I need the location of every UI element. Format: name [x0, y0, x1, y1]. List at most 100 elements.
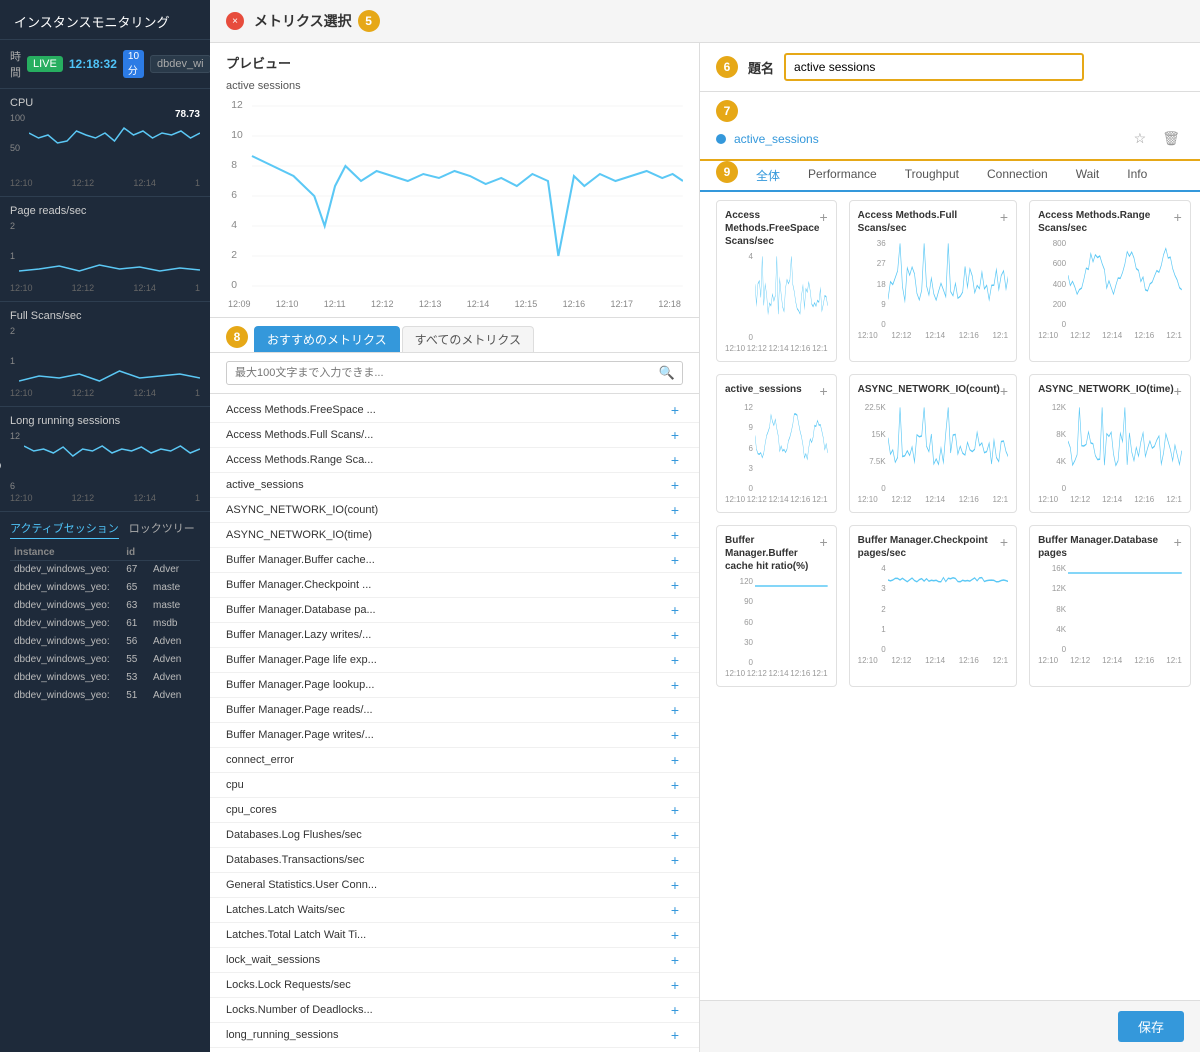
tab-wait[interactable]: Wait [1062, 161, 1114, 192]
metric-list-item[interactable]: Databases.Log Flushes/sec + [210, 823, 699, 848]
save-button[interactable]: 保存 [1118, 1011, 1184, 1042]
live-button[interactable]: LIVE [27, 56, 63, 72]
cell-id: 56 [122, 633, 149, 651]
metric-list-item[interactable]: memory + [210, 1048, 699, 1052]
metric-list-item[interactable]: Latches.Total Latch Wait Ti... + [210, 923, 699, 948]
metric-list-item[interactable]: Access Methods.FreeSpace ... + [210, 398, 699, 423]
chart-card: Buffer Manager.Checkpoint pages/sec + 43… [849, 525, 1017, 687]
metric-add-button[interactable]: + [667, 527, 683, 543]
chart-add-button[interactable]: + [1174, 534, 1182, 550]
metric-add-button[interactable]: + [667, 827, 683, 843]
metric-list-item[interactable]: connect_error + [210, 748, 699, 773]
tab-recommended-metrics[interactable]: おすすめのメトリクス [254, 326, 400, 352]
chart-add-button[interactable]: + [1174, 383, 1182, 399]
metric-list-item[interactable]: Buffer Manager.Page reads/... + [210, 698, 699, 723]
metric-list-item[interactable]: Access Methods.Range Sca... + [210, 448, 699, 473]
tab-info[interactable]: Info [1113, 161, 1161, 192]
cell-instance: dbdev_windows_yeo: [10, 615, 122, 633]
metric-add-button[interactable]: + [667, 577, 683, 593]
metric-list-item[interactable]: Locks.Number of Deadlocks... + [210, 998, 699, 1023]
metric-list-item[interactable]: Buffer Manager.Database pa... + [210, 598, 699, 623]
metric-add-button[interactable]: + [667, 902, 683, 918]
metric-list-item[interactable]: cpu + [210, 773, 699, 798]
metric-list-item[interactable]: Access Methods.Full Scans/... + [210, 423, 699, 448]
metric-add-button[interactable]: + [667, 877, 683, 893]
chart-add-button[interactable]: + [819, 534, 827, 550]
chart-card-title: ASYNC_NETWORK_IO(time) [1038, 383, 1174, 396]
svg-text:2: 2 [231, 250, 237, 261]
metric-list-item[interactable]: long_running_sessions + [210, 1023, 699, 1048]
metric-list-item[interactable]: General Statistics.User Conn... + [210, 873, 699, 898]
title-field-label: 題名 [748, 58, 774, 77]
metric-delete-button[interactable]: 🗑 [1158, 130, 1184, 147]
metric-list-item[interactable]: Latches.Latch Waits/sec + [210, 898, 699, 923]
metric-item-name: Buffer Manager.Buffer cache... [226, 554, 667, 566]
metric-add-button[interactable]: + [667, 677, 683, 693]
chart-add-button[interactable]: + [1000, 209, 1008, 225]
tab-performance[interactable]: Performance [794, 161, 891, 192]
metric-list-item[interactable]: Buffer Manager.Checkpoint ... + [210, 573, 699, 598]
tab-all[interactable]: 全体 [742, 161, 794, 192]
tab-active-sessions[interactable]: アクティブセッション [10, 520, 119, 539]
metric-add-button[interactable]: + [667, 977, 683, 993]
chart-add-button[interactable]: + [1000, 383, 1008, 399]
metric-list-item[interactable]: Buffer Manager.Page writes/... + [210, 723, 699, 748]
title-input-field[interactable] [784, 53, 1084, 81]
svg-text:10: 10 [231, 130, 243, 141]
metric-add-button[interactable]: + [667, 752, 683, 768]
metric-add-button[interactable]: + [667, 452, 683, 468]
metric-list-item[interactable]: ASYNC_NETWORK_IO(count) + [210, 498, 699, 523]
metric-list-item[interactable]: lock_wait_sessions + [210, 948, 699, 973]
metric-add-button[interactable]: + [667, 727, 683, 743]
metric-list-item[interactable]: ASYNC_NETWORK_IO(time) + [210, 523, 699, 548]
search-icon: 🔍 [659, 365, 675, 381]
metric-add-button[interactable]: + [667, 627, 683, 643]
chart-add-button[interactable]: + [1000, 534, 1008, 550]
metric-list-item[interactable]: active_sessions + [210, 473, 699, 498]
metric-add-button[interactable]: + [667, 802, 683, 818]
tab-lock-tree[interactable]: ロックツリー [129, 520, 195, 539]
chart-add-button[interactable]: + [1174, 209, 1182, 225]
table-row: dbdev_windows_yeo: 67 Adver [10, 561, 200, 579]
cell-val: maste [149, 597, 200, 615]
chart-add-button[interactable]: + [819, 383, 827, 399]
metric-star-button[interactable]: ☆ [1130, 130, 1151, 147]
metric-add-button[interactable]: + [667, 852, 683, 868]
metric-add-button[interactable]: + [667, 777, 683, 793]
metric-add-button[interactable]: + [667, 927, 683, 943]
metric-list-item[interactable]: cpu_cores + [210, 798, 699, 823]
metric-list-item[interactable]: Buffer Manager.Page lookup... + [210, 673, 699, 698]
chart-add-button[interactable]: + [819, 209, 827, 225]
cell-id: 67 [122, 561, 149, 579]
modal-close-button[interactable]: × [226, 12, 244, 30]
metric-add-button[interactable]: + [667, 1027, 683, 1043]
chart-card-header: ASYNC_NETWORK_IO(count) + [858, 383, 1008, 399]
metric-add-button[interactable]: + [667, 1002, 683, 1018]
metric-list-item[interactable]: Buffer Manager.Lazy writes/... + [210, 623, 699, 648]
cell-val: Adver [149, 561, 200, 579]
metric-list-item[interactable]: Locks.Lock Requests/sec + [210, 973, 699, 998]
metric-list-item[interactable]: Buffer Manager.Page life exp... + [210, 648, 699, 673]
metric-add-button[interactable]: + [667, 602, 683, 618]
metric-list-item[interactable]: Databases.Transactions/sec + [210, 848, 699, 873]
chart-xaxis: 12:1012:1212:1412:1612:1 [725, 669, 828, 678]
chart-card: Access Methods.Full Scans/sec + 36271890… [849, 200, 1017, 362]
metric-add-button[interactable]: + [667, 502, 683, 518]
metrics-search-input[interactable] [226, 361, 683, 385]
tab-connection[interactable]: Connection [973, 161, 1062, 192]
metric-add-button[interactable]: + [667, 702, 683, 718]
metric-add-button[interactable]: + [667, 652, 683, 668]
metric-add-button[interactable]: + [667, 477, 683, 493]
metric-add-button[interactable]: + [667, 427, 683, 443]
chart-card-header: Access Methods.Range Scans/sec + [1038, 209, 1182, 235]
metric-item-name: Buffer Manager.Page writes/... [226, 729, 667, 741]
cell-instance: dbdev_windows_yeo: [10, 597, 122, 615]
tab-troughput[interactable]: Troughput [891, 161, 973, 192]
cell-instance: dbdev_windows_yeo: [10, 561, 122, 579]
metric-add-button[interactable]: + [667, 552, 683, 568]
metric-add-button[interactable]: + [667, 952, 683, 968]
tab-all-metrics[interactable]: すべてのメトリクス [402, 326, 534, 352]
metric-list-item[interactable]: Buffer Manager.Buffer cache... + [210, 548, 699, 573]
metric-item-name: Buffer Manager.Page life exp... [226, 654, 667, 666]
metric-add-button[interactable]: + [667, 402, 683, 418]
